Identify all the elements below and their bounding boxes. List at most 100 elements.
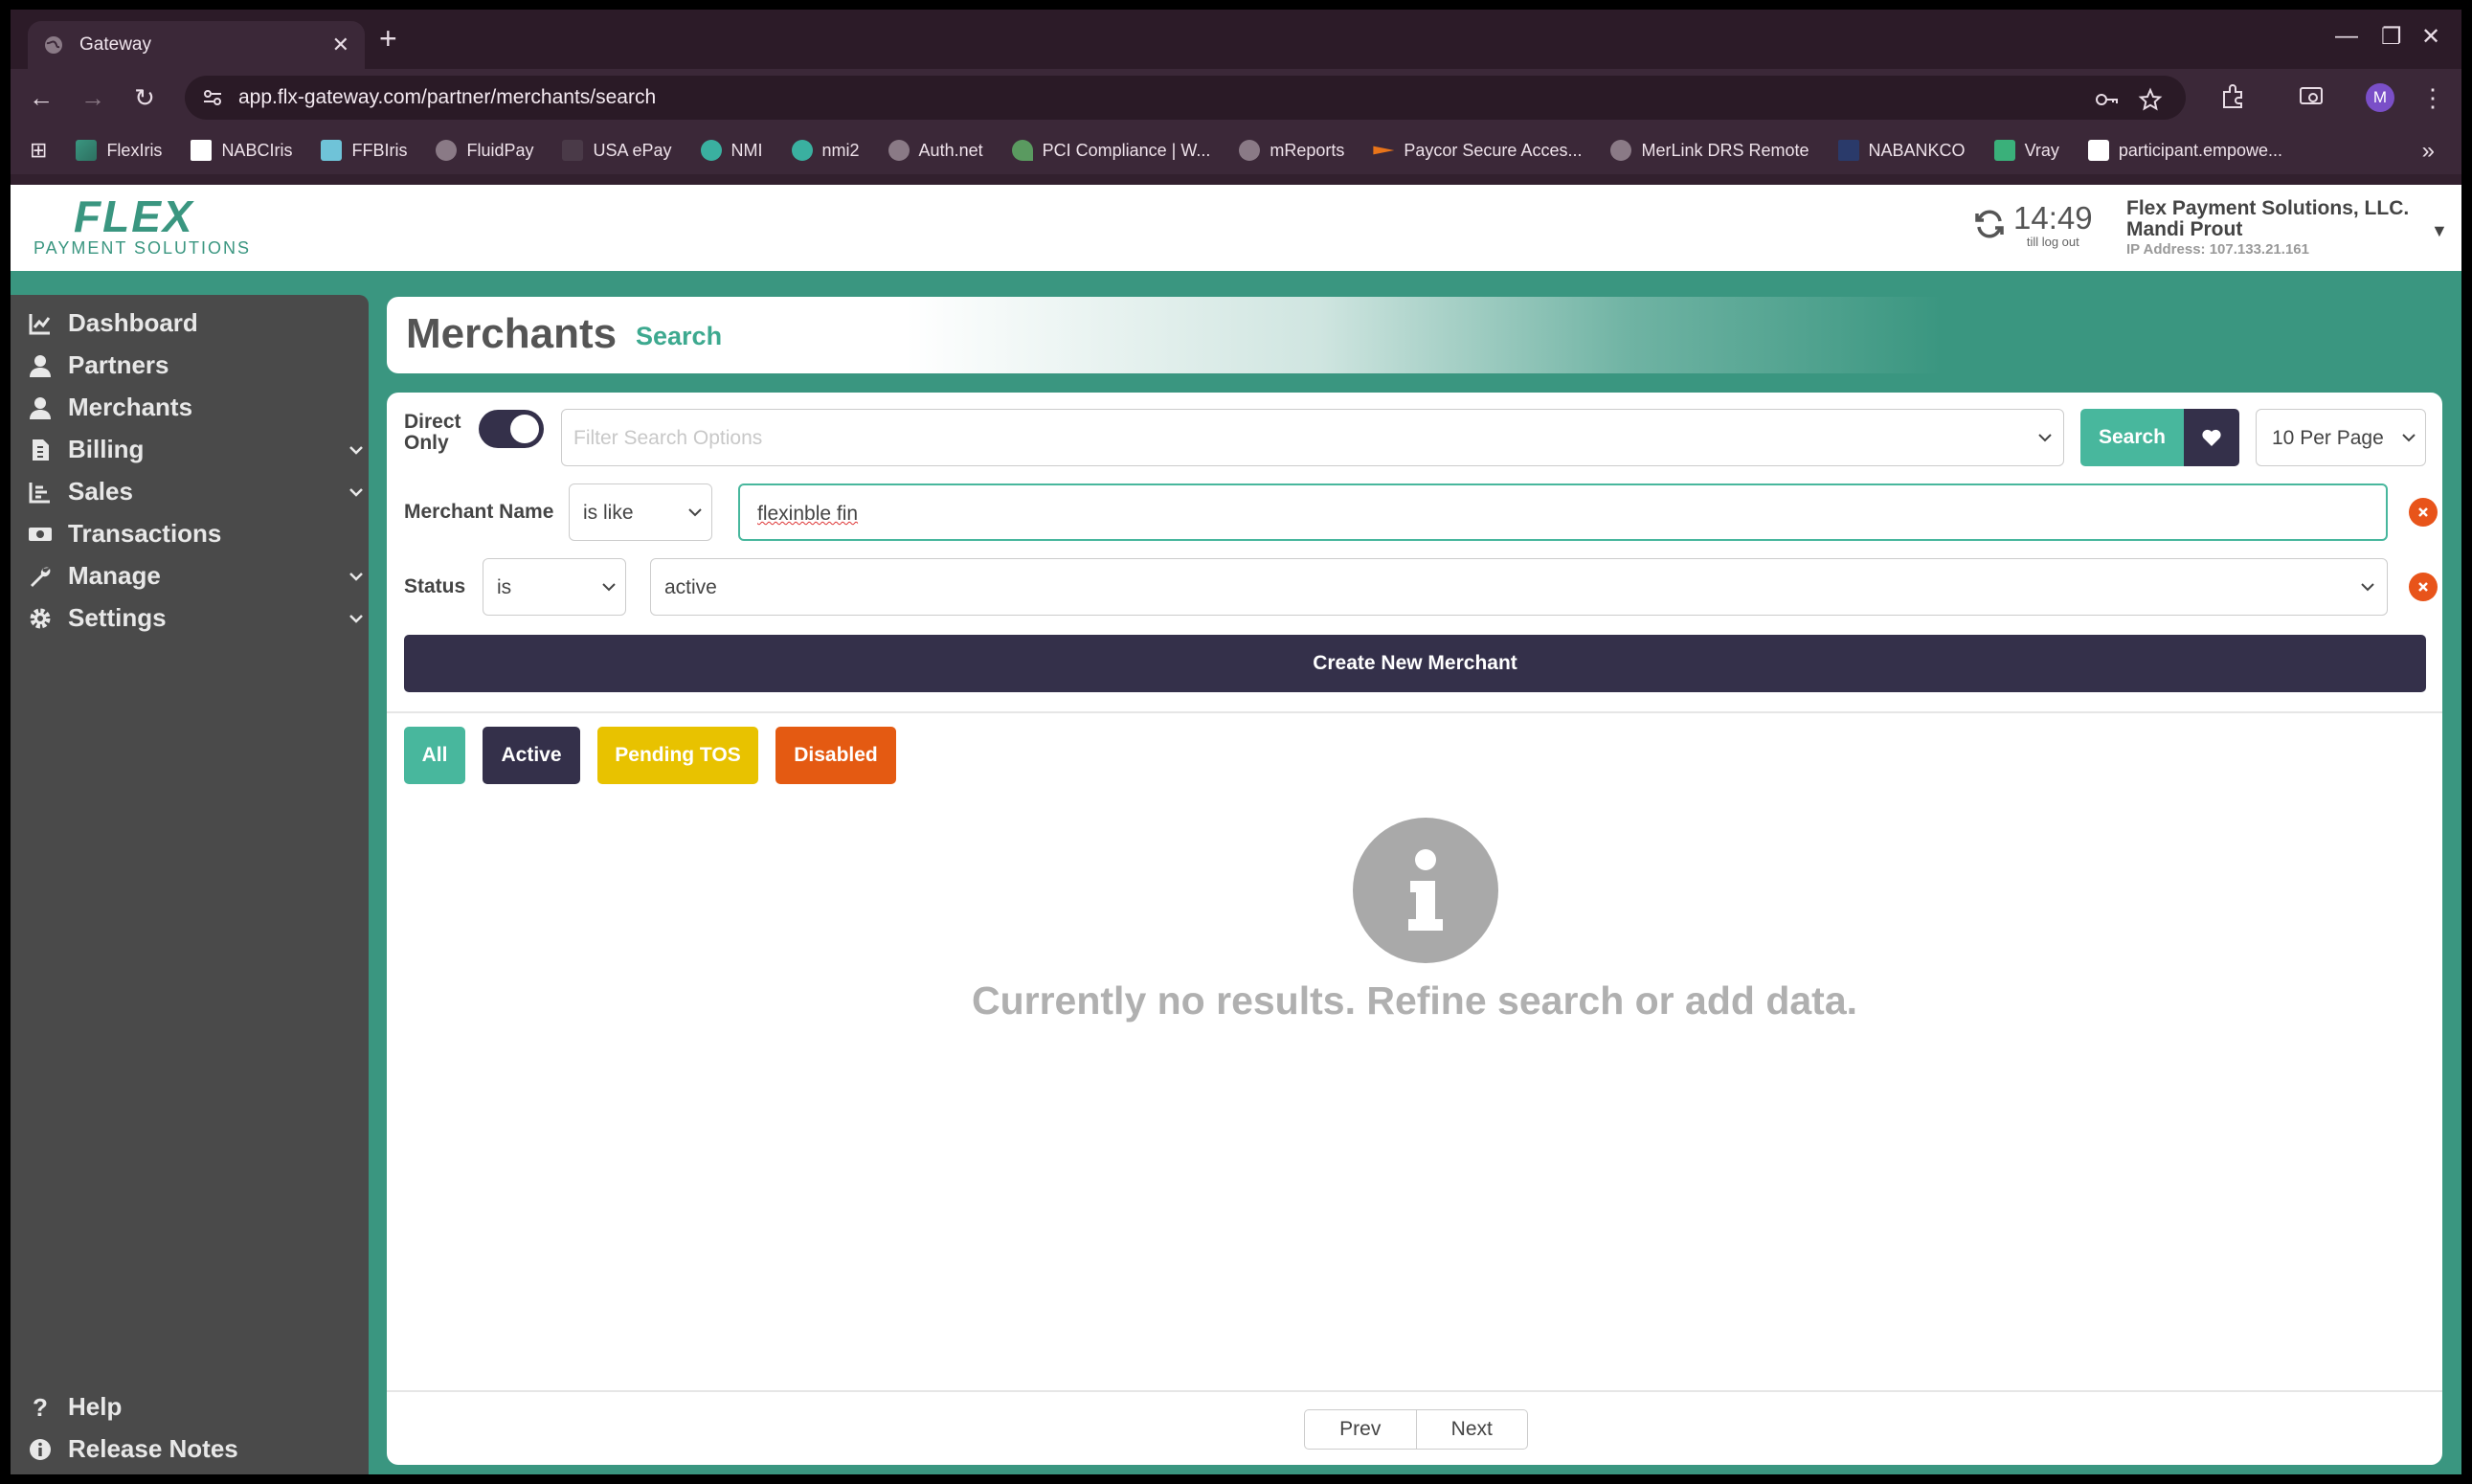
bookmark-item[interactable]: Auth.net	[888, 140, 983, 161]
heart-icon	[2202, 429, 2221, 446]
sidebar-item-dashboard[interactable]: Dashboard	[28, 308, 363, 338]
status-tab-disabled[interactable]: Disabled	[775, 727, 896, 784]
reload-icon[interactable]: ↻	[131, 84, 158, 111]
chevron-down-icon	[2361, 583, 2374, 592]
bookmark-favicon-icon	[791, 140, 813, 161]
pagination: Prev Next	[1304, 1409, 1528, 1450]
sidebar-item-settings[interactable]: Settings	[28, 603, 363, 633]
bookmark-favicon-icon	[700, 140, 722, 161]
close-icon	[2418, 582, 2428, 592]
url-text: app.flx-gateway.com/partner/merchants/se…	[238, 86, 657, 108]
sidebar: Dashboard Partners Merchants Billing Sal…	[11, 295, 369, 1474]
key-icon[interactable]	[2094, 87, 2119, 112]
close-tab-icon[interactable]: ✕	[332, 33, 349, 57]
merchant-name-label: Merchant Name	[404, 501, 554, 523]
bookmark-favicon-icon	[321, 140, 343, 161]
more-bookmarks-icon[interactable]: »	[2422, 138, 2435, 165]
bookmark-item[interactable]: MerLink DRS Remote	[1610, 140, 1809, 161]
per-page-select[interactable]: 10 Per Page	[2256, 409, 2426, 466]
globe-icon	[436, 140, 458, 161]
next-button[interactable]: Next	[1415, 1410, 1528, 1449]
sidebar-item-merchants[interactable]: Merchants	[28, 393, 363, 422]
bookmark-item[interactable]: Paycor Secure Acces...	[1373, 140, 1582, 161]
bookmark-item[interactable]: NABANKCO	[1837, 140, 1966, 161]
wrench-icon	[31, 567, 51, 587]
direct-only-toggle[interactable]	[479, 410, 544, 448]
site-settings-icon[interactable]	[202, 87, 223, 108]
bookmark-favicon-icon	[562, 140, 584, 161]
bookmark-item[interactable]: nmi2	[791, 140, 860, 161]
browser-tab[interactable]: Gateway ✕	[28, 21, 365, 69]
new-tab-icon[interactable]: +	[379, 23, 397, 54]
back-icon[interactable]: ←	[28, 84, 55, 111]
sidebar-item-billing[interactable]: Billing	[28, 435, 363, 464]
bookmark-item[interactable]: FFBIris	[321, 140, 407, 161]
app-page: FLEX PAYMENT SOLUTIONS 14:49 till log ou…	[11, 185, 2461, 1474]
sidebar-item-partners[interactable]: Partners	[28, 350, 363, 380]
bookmark-favicon-icon	[1373, 146, 1395, 155]
minimize-icon[interactable]: —	[2335, 23, 2358, 50]
restore-icon[interactable]: ❐	[2381, 23, 2402, 51]
money-icon	[29, 527, 52, 541]
merchant-name-operator-select[interactable]: is like	[569, 483, 712, 541]
bar-chart-icon	[29, 482, 50, 503]
status-value-select[interactable]: active	[650, 558, 2388, 616]
status-tab-pending-tos[interactable]: Pending TOS	[597, 727, 758, 784]
session-timer: 14:49 till log out	[1973, 202, 2093, 249]
favorite-search-button[interactable]	[2184, 409, 2239, 466]
bookmark-item[interactable]: participant.empowe...	[2087, 140, 2282, 161]
chevron-down-icon	[349, 572, 363, 581]
bookmark-item[interactable]: NMI	[700, 140, 763, 161]
search-button[interactable]: Search	[2080, 409, 2184, 466]
user-name: Mandi Prout	[2126, 218, 2243, 240]
bookmark-item[interactable]: NABCIris	[191, 140, 292, 161]
status-operator-select[interactable]: is	[483, 558, 626, 616]
remove-filter-button[interactable]	[2409, 573, 2438, 601]
status-tab-active[interactable]: Active	[483, 727, 580, 784]
star-icon[interactable]	[2138, 87, 2163, 112]
info-icon	[30, 1438, 51, 1460]
bookmark-item[interactable]: mReports	[1239, 140, 1344, 161]
sidebar-item-help[interactable]: ? Help	[28, 1392, 363, 1422]
page-subtitle: Search	[636, 322, 723, 350]
sidebar-item-manage[interactable]: Manage	[28, 561, 363, 591]
user-menu[interactable]: Flex Payment Solutions, LLC. Mandi Prout…	[2126, 198, 2409, 259]
status-tab-all[interactable]: All	[404, 727, 465, 784]
refresh-icon[interactable]	[1973, 208, 2006, 240]
address-bar[interactable]: app.flx-gateway.com/partner/merchants/se…	[185, 76, 2186, 120]
empty-state-message: Currently no results. Refine search or a…	[971, 978, 1858, 1023]
direct-only-label: Direct Only	[404, 411, 461, 454]
sidebar-item-sales[interactable]: Sales	[28, 477, 363, 506]
caret-down-icon[interactable]: ▼	[2431, 221, 2448, 241]
forward-icon[interactable]: →	[79, 84, 106, 111]
sidebar-item-release-notes[interactable]: Release Notes	[28, 1434, 363, 1464]
page-title: Merchants	[406, 310, 618, 357]
apps-icon[interactable]: ⊞	[30, 138, 47, 163]
user-icon	[30, 354, 51, 377]
menu-icon[interactable]: ⋮	[2419, 84, 2446, 111]
create-new-merchant-button[interactable]: Create New Merchant	[404, 635, 2426, 692]
bookmark-favicon-icon	[191, 140, 213, 161]
chevron-down-icon	[688, 508, 702, 517]
app-header: FLEX PAYMENT SOLUTIONS 14:49 till log ou…	[11, 185, 2461, 271]
extensions-icon[interactable]	[2218, 82, 2247, 111]
cast-icon[interactable]	[2297, 82, 2326, 111]
merchant-name-input[interactable]: flexinble fin	[738, 483, 2388, 541]
close-window-icon[interactable]: ✕	[2421, 23, 2440, 51]
flex-logo[interactable]: FLEX PAYMENT SOLUTIONS	[34, 194, 251, 258]
profile-avatar[interactable]: M	[2366, 83, 2394, 112]
globe-icon	[45, 36, 62, 54]
bookmark-item[interactable]: Vray	[1993, 140, 2059, 161]
bookmark-item[interactable]: FlexIris	[76, 140, 162, 161]
bookmark-item[interactable]: PCI Compliance | W...	[1011, 140, 1210, 161]
prev-button[interactable]: Prev	[1305, 1410, 1416, 1449]
bookmarks-bar: ⊞ FlexIris NABCIris FFBIris FluidPay USA…	[11, 126, 2461, 174]
remove-filter-button[interactable]	[2409, 498, 2438, 527]
bookmark-item[interactable]: FluidPay	[436, 140, 533, 161]
bookmark-item[interactable]: USA ePay	[562, 140, 672, 161]
filter-options-select[interactable]: Filter Search Options	[561, 409, 2064, 466]
user-icon	[30, 396, 51, 419]
sidebar-item-transactions[interactable]: Transactions	[28, 519, 363, 549]
chevron-down-icon	[349, 487, 363, 497]
chevron-down-icon	[349, 614, 363, 623]
